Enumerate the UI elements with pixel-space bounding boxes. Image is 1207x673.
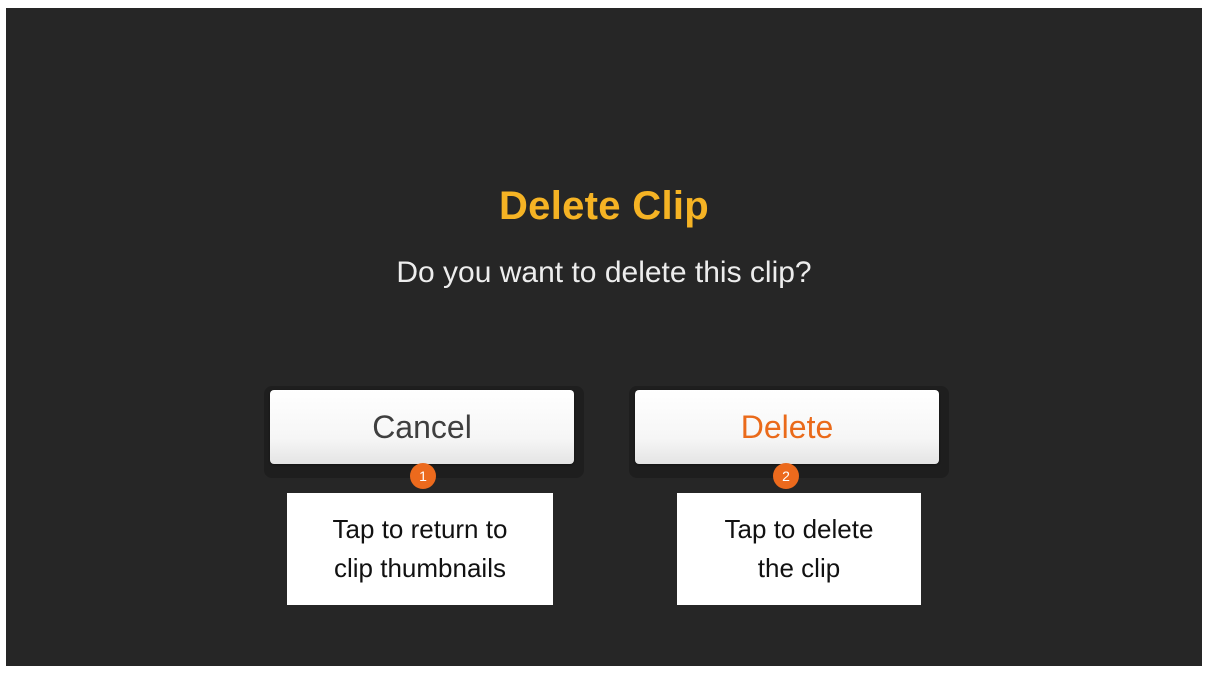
callout-caption-1-line1: Tap to return to bbox=[332, 514, 508, 544]
callout-caption-2: Tap to delete the clip bbox=[677, 493, 921, 605]
callout-caption-1-line2: clip thumbnails bbox=[334, 553, 506, 583]
delete-button[interactable]: Delete bbox=[635, 390, 939, 464]
dialog-message: Do you want to delete this clip? bbox=[396, 256, 812, 289]
callout-marker-1: 1 bbox=[410, 463, 436, 489]
callout-marker-2: 2 bbox=[773, 463, 799, 489]
callout-caption-1: Tap to return to clip thumbnails bbox=[287, 493, 553, 605]
dialog-title: Delete Clip bbox=[498, 184, 710, 228]
cancel-button[interactable]: Cancel bbox=[270, 390, 574, 464]
callout-caption-2-line1: Tap to delete bbox=[724, 514, 874, 544]
device-screen: Delete Clip Do you want to delete this c… bbox=[6, 8, 1202, 666]
callout-caption-2-line2: the clip bbox=[757, 553, 841, 583]
